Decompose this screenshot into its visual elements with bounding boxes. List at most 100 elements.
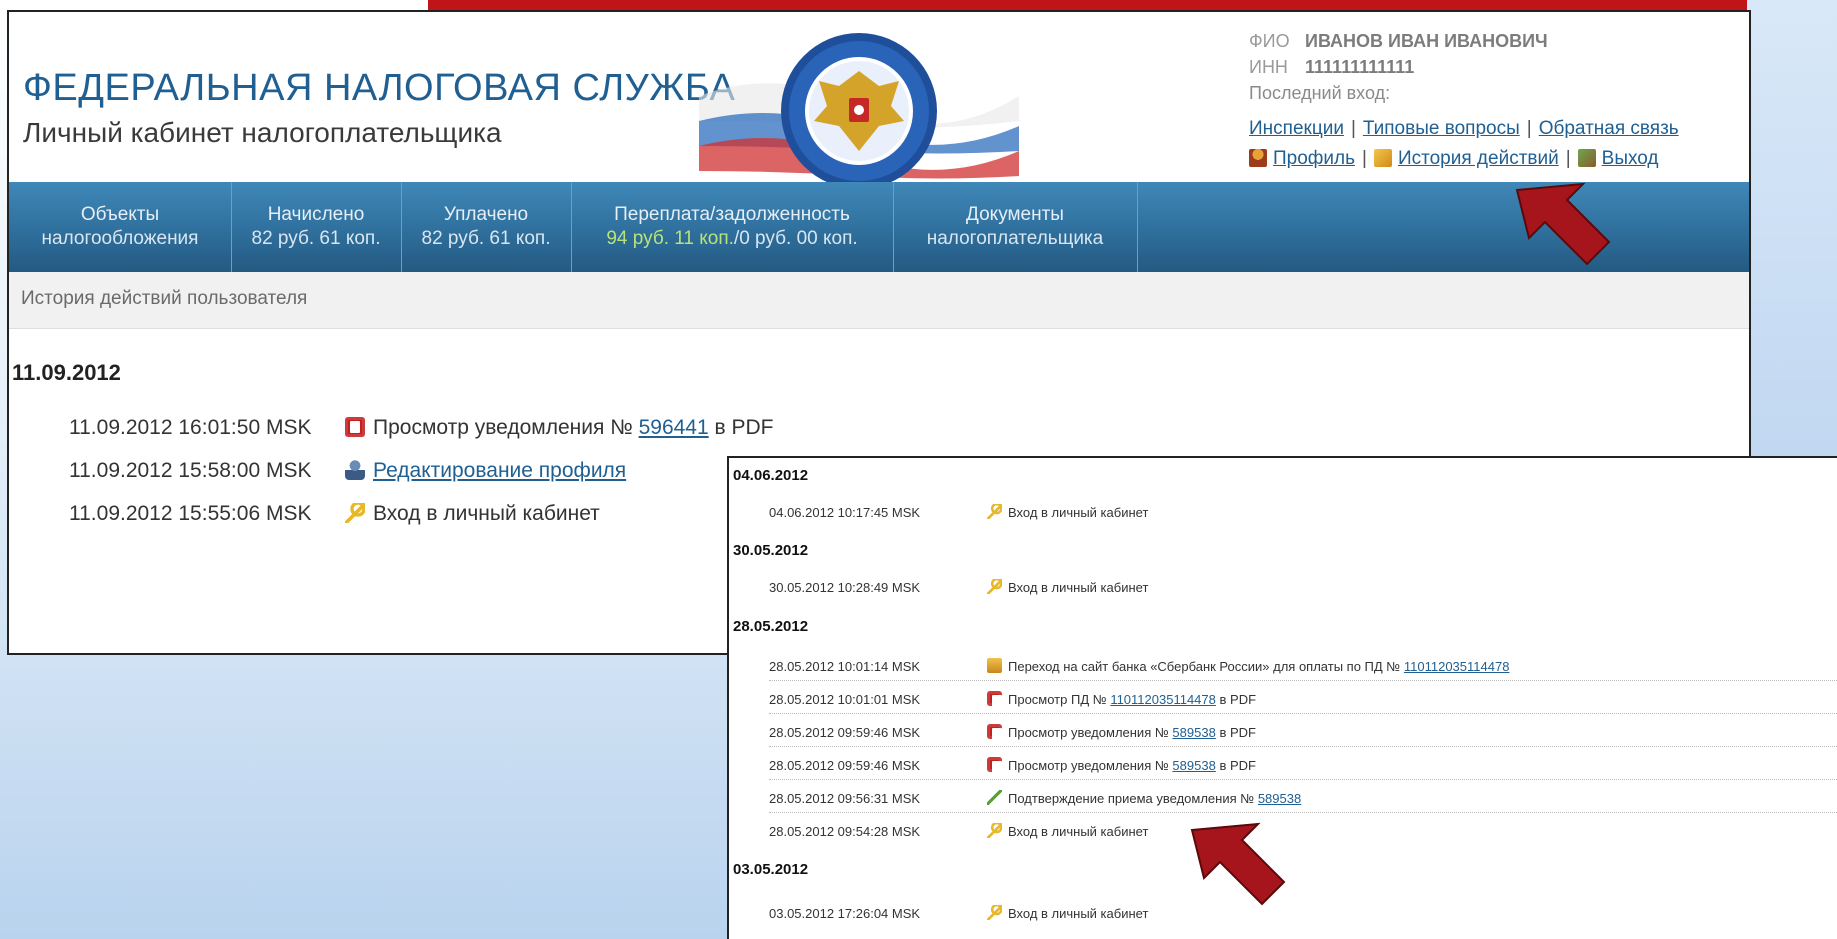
top-links-row-1: Инспекции | Типовые вопросы | Обратная связь <box>1249 118 1679 140</box>
history-action-text: Просмотр уведомления № <box>1008 758 1169 773</box>
history-row: 28.05.2012 10:01:01 MSK Просмотр ПД № 110… <box>769 687 1837 714</box>
link-inspections[interactable]: Инспекции <box>1249 118 1344 139</box>
link-feedback[interactable]: Обратная связь <box>1539 118 1679 139</box>
history-date-heading: 30.05.2012 <box>733 542 809 559</box>
history-timestamp: 28.05.2012 09:54:28 MSK <box>769 824 921 839</box>
link-profile[interactable]: Профиль <box>1273 148 1355 169</box>
history-timestamp: 28.05.2012 10:01:01 MSK <box>769 692 921 707</box>
history-timestamp: 28.05.2012 09:59:46 MSK <box>769 758 921 773</box>
payment-document-link[interactable]: 110112035114478 <box>1110 692 1216 707</box>
history-row: 28.05.2012 09:59:46 MSK Просмотр уведомле… <box>769 753 1837 780</box>
history-action-text: Вход в личный кабинет <box>1008 824 1149 839</box>
pdf-icon <box>987 691 1002 707</box>
history-timestamp: 03.05.2012 17:26:04 MSK <box>769 906 921 921</box>
payment-document-link[interactable]: 110112035114478 <box>1404 659 1510 674</box>
nav-amount: 82 руб. 61 коп. <box>421 228 551 249</box>
pdf-icon <box>345 417 365 437</box>
history-timestamp: 04.06.2012 10:17:45 MSK <box>769 505 921 520</box>
key-icon <box>345 503 365 523</box>
history-row: 28.05.2012 09:56:31 MSK Подтверждение при… <box>769 786 1837 813</box>
key-icon <box>987 823 1002 838</box>
nav-label: Переплата/задолженность <box>614 204 850 225</box>
history-timestamp: 28.05.2012 09:59:46 MSK <box>769 725 921 740</box>
history-date-heading: 11.09.2012 <box>12 360 121 385</box>
nav-paid[interactable]: Уплачено 82 руб. 61 коп. <box>401 182 572 272</box>
history-action-text: Переход на сайт банка «Сбербанк России» … <box>1008 659 1401 674</box>
history-row: 30.05.2012 10:28:49 MSK Вход в личный каб… <box>769 575 1837 601</box>
history-row: 28.05.2012 09:54:28 MSK Вход в личный каб… <box>769 819 1837 845</box>
breadcrumb: История действий пользователя <box>9 272 1749 329</box>
history-timestamp: 11.09.2012 15:58:00 MSK <box>69 459 312 482</box>
link-history[interactable]: История действий <box>1398 148 1559 169</box>
history-action-text: Подтверждение приема уведомления № <box>1008 791 1255 806</box>
history-date-heading: 28.05.2012 <box>733 618 809 635</box>
nav-label: Объекты <box>80 204 160 225</box>
history-icon <box>1373 149 1392 167</box>
history-action-text: Вход в личный кабинет <box>373 502 600 525</box>
history-action-text: Вход в личный кабинет <box>1008 505 1149 520</box>
nav-accrued[interactable]: Начислено 82 руб. 61 коп. <box>231 182 402 272</box>
history-action-text: Вход в личный кабинет <box>1008 906 1149 921</box>
history-row: 11.09.2012 15:58:00 MSK Редактирование пр… <box>69 457 626 485</box>
profile-icon <box>1249 149 1267 167</box>
notification-link[interactable]: 589538 <box>1172 758 1215 773</box>
breadcrumb-text: История действий пользователя <box>21 288 308 309</box>
red-arrow-icon <box>1515 182 1611 266</box>
history-action-suffix: в PDF <box>1219 692 1257 707</box>
notification-link[interactable]: 596441 <box>639 416 709 439</box>
top-links-row-2: Профиль | История действий | Выход <box>1249 148 1659 170</box>
link-exit[interactable]: Выход <box>1602 148 1659 169</box>
history-timestamp: 11.09.2012 16:01:50 MSK <box>69 416 312 439</box>
nav-label: Уплачено <box>443 204 529 225</box>
key-icon <box>987 905 1002 920</box>
history-timestamp: 28.05.2012 09:56:31 MSK <box>769 791 921 806</box>
nav-sublabel: налогоплательщика <box>926 228 1104 249</box>
pdf-icon <box>987 757 1002 773</box>
history-date-heading: 04.06.2012 <box>733 467 809 484</box>
separator: | <box>1350 118 1356 139</box>
last-login-label: Последний вход: <box>1249 83 1391 103</box>
history-date-heading: 03.05.2012 <box>733 861 809 878</box>
edit-profile-link[interactable]: Редактирование профиля <box>373 459 626 482</box>
user-info-block: ФИО ИВАНОВ ИВАН ИВАНОВИЧ ИНН 111111111111 … <box>1249 28 1548 106</box>
notification-link[interactable]: 589538 <box>1258 791 1301 806</box>
bank-icon <box>987 658 1002 673</box>
history-row: 11.09.2012 15:55:06 MSK Вход в личный каб… <box>69 500 600 528</box>
history-row: 11.09.2012 16:01:50 MSK Просмотр уведомле… <box>69 414 774 442</box>
history-timestamp: 11.09.2012 15:55:06 MSK <box>69 502 312 525</box>
nav-label: Начислено <box>267 204 365 225</box>
history-row: 03.05.2012 17:26:04 MSK Вход в личный каб… <box>769 901 1837 927</box>
history-row: 28.05.2012 10:01:14 MSK Переход на сайт б… <box>769 654 1837 681</box>
history-action-text: Просмотр ПД № <box>1008 692 1107 707</box>
main-navbar: Объекты налогообложения Начислено 82 руб… <box>9 182 1749 272</box>
overpayment-amount: 94 руб. 11 коп. <box>606 228 734 249</box>
nav-documents[interactable]: Документы налогоплательщика <box>893 182 1138 272</box>
history-action-text: Просмотр уведомления № <box>373 416 633 439</box>
notification-link[interactable]: 589538 <box>1172 725 1215 740</box>
nav-tax-objects[interactable]: Объекты налогообложения <box>9 182 232 272</box>
history-action-suffix: в PDF <box>1219 725 1256 740</box>
inn-label: ИНН <box>1249 57 1288 77</box>
nav-sublabel: налогообложения <box>41 228 199 249</box>
nav-label: Документы <box>966 204 1064 225</box>
pdf-icon <box>987 724 1002 740</box>
history-timestamp: 28.05.2012 10:01:14 MSK <box>769 659 921 674</box>
exit-icon <box>1577 149 1596 167</box>
check-icon <box>987 790 1002 805</box>
history-action-text: Вход в личный кабинет <box>1008 580 1149 595</box>
fio-value: ИВАНОВ ИВАН ИВАНОВИЧ <box>1305 31 1548 51</box>
nav-overpayment-debt[interactable]: Переплата/задолженность 94 руб. 11 коп./… <box>571 182 894 272</box>
history-action-suffix: в PDF <box>1219 758 1256 773</box>
separator: | <box>1362 148 1367 169</box>
inn-value: 111111111111 <box>1305 57 1415 77</box>
fio-label: ФИО <box>1249 31 1290 51</box>
user-icon <box>345 460 365 480</box>
history-action-suffix: в PDF <box>714 416 774 439</box>
site-subtitle: Личный кабинет налогоплательщика <box>23 117 502 148</box>
debt-amount: /0 руб. 00 коп. <box>733 228 858 249</box>
link-faq[interactable]: Типовые вопросы <box>1363 118 1520 139</box>
site-title: ФЕДЕРАЛЬНАЯ НАЛОГОВАЯ СЛУЖБА <box>23 67 736 109</box>
history-action-text: Просмотр уведомления № <box>1008 725 1169 740</box>
separator: | <box>1565 148 1571 169</box>
nav-amount: 82 руб. 61 коп. <box>251 228 381 249</box>
